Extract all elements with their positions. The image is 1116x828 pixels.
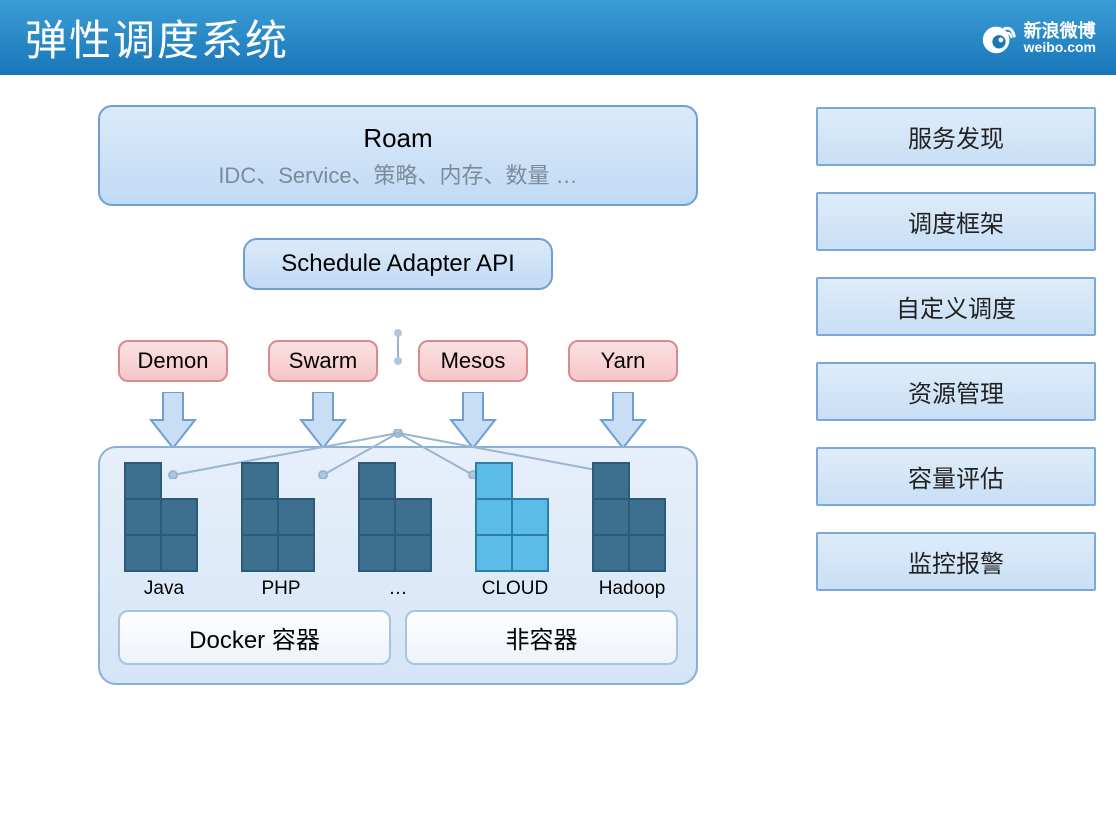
page-title: 弹性调度系统 <box>25 7 289 68</box>
blocks-icon <box>358 462 438 572</box>
side-monitor-alarm: 监控报警 <box>816 532 1096 591</box>
sidebar: 服务发现 调度框架 自定义调度 资源管理 容量评估 监控报警 <box>816 105 1096 685</box>
category-row: Docker 容器 非容器 <box>118 610 678 665</box>
category-docker: Docker 容器 <box>118 610 391 665</box>
brand-logo: 新浪微博 weibo.com <box>980 19 1096 57</box>
arrow-down-icon <box>418 392 528 448</box>
cluster-hadoop: Hadoop <box>586 462 678 600</box>
scheduler-demon: Demon <box>118 340 228 382</box>
cluster-cloud: CLOUD <box>469 462 561 600</box>
cluster-label: CLOUD <box>482 578 549 600</box>
blocks-icon <box>241 462 321 572</box>
scheduler-swarm: Swarm <box>268 340 378 382</box>
arrow-row <box>20 392 776 448</box>
cluster-label: … <box>389 578 408 600</box>
roam-box: Roam IDC、Service、策略、内存、数量 … <box>98 105 698 206</box>
arrow-down-icon <box>568 392 678 448</box>
roam-title: Roam <box>110 123 686 154</box>
cluster-label: Hadoop <box>599 578 666 600</box>
cluster-more: … <box>352 462 444 600</box>
brand-en: weibo.com <box>1024 40 1096 54</box>
connector-roam-adapter <box>397 333 399 361</box>
architecture-diagram: Roam IDC、Service、策略、内存、数量 … Schedule Ada… <box>20 105 776 685</box>
header: 弹性调度系统 新浪微博 weibo.com <box>0 0 1116 75</box>
adapter-box: Schedule Adapter API <box>243 238 553 290</box>
side-custom-schedule: 自定义调度 <box>816 277 1096 336</box>
content: Roam IDC、Service、策略、内存、数量 … Schedule Ada… <box>0 75 1116 705</box>
brand-cn: 新浪微博 <box>1024 22 1096 40</box>
side-capacity-eval: 容量评估 <box>816 447 1096 506</box>
cluster-row: Java PHP … <box>118 462 678 600</box>
cluster-php: PHP <box>235 462 327 600</box>
blocks-icon <box>124 462 204 572</box>
side-schedule-framework: 调度框架 <box>816 192 1096 251</box>
arrow-down-icon <box>118 392 228 448</box>
resources-panel: Java PHP … <box>98 446 698 685</box>
category-noncontainer: 非容器 <box>405 610 678 665</box>
cluster-label: PHP <box>261 578 300 600</box>
blocks-icon <box>475 462 555 572</box>
arrow-down-icon <box>268 392 378 448</box>
roam-subtitle: IDC、Service、策略、内存、数量 … <box>110 158 686 190</box>
side-resource-mgmt: 资源管理 <box>816 362 1096 421</box>
brand-text: 新浪微博 weibo.com <box>1024 22 1096 54</box>
cluster-java: Java <box>118 462 210 600</box>
cluster-label: Java <box>144 578 184 600</box>
weibo-eye-icon <box>980 19 1018 57</box>
scheduler-yarn: Yarn <box>568 340 678 382</box>
scheduler-mesos: Mesos <box>418 340 528 382</box>
blocks-icon <box>592 462 672 572</box>
side-service-discovery: 服务发现 <box>816 107 1096 166</box>
